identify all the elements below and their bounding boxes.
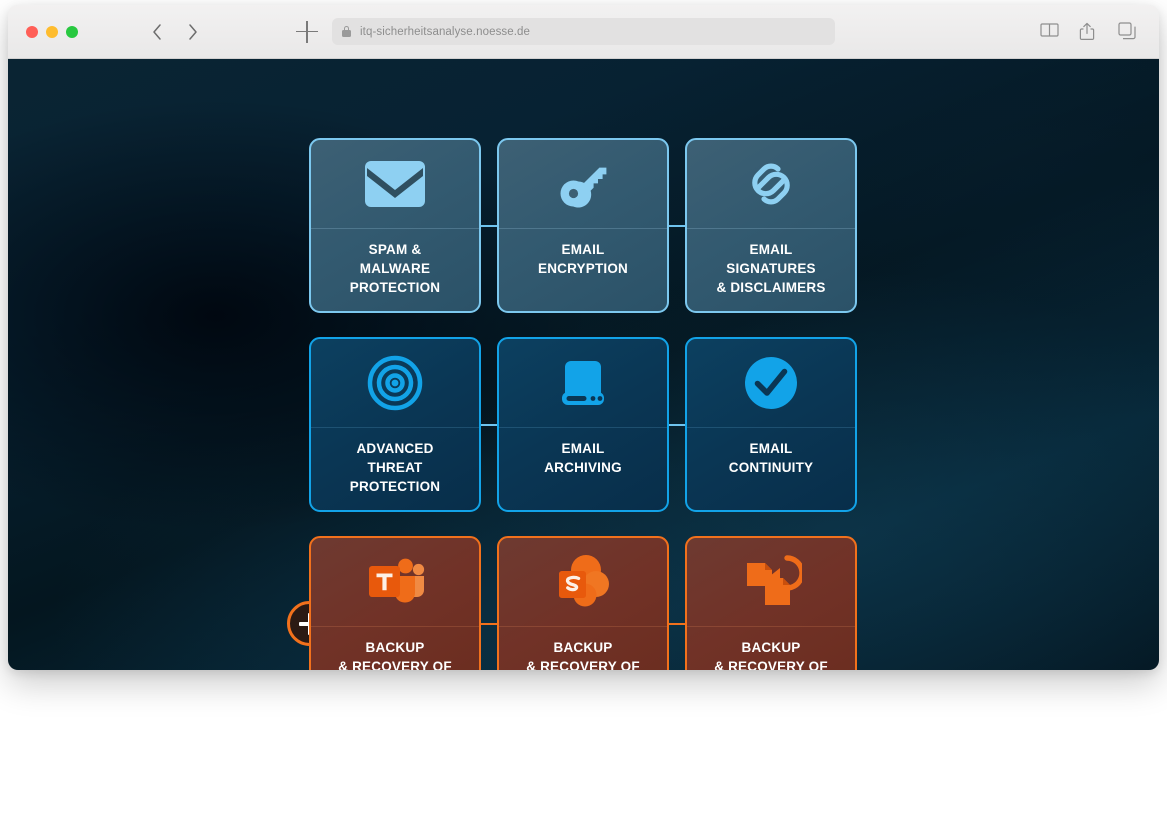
tile-label-line: EMAIL bbox=[561, 441, 605, 456]
browser-toolbar: itq-sicherheitsanalyse.noesse.de bbox=[8, 5, 1159, 59]
tile-icon bbox=[311, 339, 479, 427]
tile-connector bbox=[668, 225, 685, 227]
tile-row-3: BACKUP & RECOVERY OF MAILBOXES & TEAMS bbox=[287, 536, 858, 670]
tile-row-1: SPAM & MALWARE PROTECTION EMAIL ENCRYPTI… bbox=[309, 138, 858, 313]
tile-label-area: EMAIL SIGNATURES & DISCLAIMERS bbox=[687, 229, 855, 311]
tile-icon bbox=[499, 339, 667, 427]
microsoft-teams-icon bbox=[369, 558, 425, 603]
check-circle-icon bbox=[745, 357, 797, 409]
sidebar-icon[interactable] bbox=[1040, 22, 1059, 41]
tile-label-area: EMAIL CONTINUITY bbox=[687, 428, 855, 510]
tile-backup-recovery-mailboxes-teams[interactable]: BACKUP & RECOVERY OF MAILBOXES & TEAMS bbox=[309, 536, 481, 670]
tile-connector bbox=[668, 424, 685, 426]
tile-backup-recovery-endpoints[interactable]: BACKUP & RECOVERY OF ENDPOINTS bbox=[685, 536, 857, 670]
tile-label: EMAIL ARCHIVING bbox=[544, 439, 622, 477]
tile-row-2: ADVANCED THREAT PROTECTION EMAIL ARCHIVI… bbox=[309, 337, 858, 512]
key-icon bbox=[560, 167, 607, 208]
page-content: SPAM & MALWARE PROTECTION EMAIL ENCRYPTI… bbox=[8, 59, 1159, 670]
maximize-window-button[interactable] bbox=[66, 25, 78, 38]
lock-icon bbox=[342, 26, 351, 37]
tile-label-area: BACKUP & RECOVERY OF MAILBOXES & TEAMS bbox=[311, 627, 479, 670]
tile-icon bbox=[311, 538, 479, 626]
tile-email-continuity[interactable]: EMAIL CONTINUITY bbox=[685, 337, 857, 512]
tile-label: EMAIL CONTINUITY bbox=[729, 439, 814, 477]
window-controls bbox=[26, 25, 78, 38]
tile-label-line: & RECOVERY OF bbox=[714, 659, 828, 670]
tile-email-signatures-disclaimers[interactable]: EMAIL SIGNATURES & DISCLAIMERS bbox=[685, 138, 857, 313]
tile-icon bbox=[499, 538, 667, 626]
tile-label-area: SPAM & MALWARE PROTECTION bbox=[311, 229, 479, 311]
tile-label-line: MALWARE bbox=[359, 261, 431, 277]
tile-connector bbox=[480, 623, 497, 625]
tile-label-line: PROTECTION bbox=[349, 479, 441, 495]
address-bar[interactable]: itq-sicherheitsanalyse.noesse.de bbox=[332, 18, 835, 45]
forward-button[interactable] bbox=[186, 22, 200, 42]
tile-label: ADVANCED THREAT PROTECTION bbox=[350, 439, 441, 496]
tile-label-line: CONTINUITY bbox=[728, 460, 814, 476]
tile-label-area: BACKUP & RECOVERY OF ONEDRIVE & SHAREPOI… bbox=[499, 627, 667, 670]
tile-backup-recovery-onedrive-sharepoint[interactable]: BACKUP & RECOVERY OF ONEDRIVE & SHAREPOI… bbox=[497, 536, 669, 670]
tile-label-line: EMAIL bbox=[561, 242, 605, 257]
tile-label-area: ADVANCED THREAT PROTECTION bbox=[311, 428, 479, 510]
address-text[interactable]: itq-sicherheitsanalyse.noesse.de bbox=[360, 26, 530, 38]
tile-icon bbox=[687, 339, 855, 427]
tile-connector bbox=[480, 424, 497, 426]
tile-label: BACKUP & RECOVERY OF ENDPOINTS bbox=[714, 638, 828, 670]
tile-label-line: PROTECTION bbox=[349, 280, 441, 296]
tile-label-line: BACKUP bbox=[365, 640, 425, 655]
minimize-window-button[interactable] bbox=[46, 25, 58, 38]
new-tab-button[interactable] bbox=[296, 20, 318, 43]
target-icon bbox=[367, 355, 423, 411]
tile-label-line: & RECOVERY OF bbox=[526, 659, 640, 670]
tile-email-archiving[interactable]: EMAIL ARCHIVING bbox=[497, 337, 669, 512]
tile-label-line: SPAM & bbox=[368, 242, 422, 257]
share-icon[interactable] bbox=[1079, 22, 1098, 41]
tile-label-line: SIGNATURES bbox=[726, 261, 816, 277]
tile-label-line: EMAIL bbox=[749, 242, 793, 257]
harddrive-icon bbox=[562, 361, 604, 405]
tile-label-line: & DISCLAIMERS bbox=[716, 280, 826, 296]
tile-label-line: BACKUP bbox=[741, 640, 801, 655]
tile-label-line: ARCHIVING bbox=[544, 460, 622, 476]
tile-advanced-threat-protection[interactable]: ADVANCED THREAT PROTECTION bbox=[309, 337, 481, 512]
file-restore-icon bbox=[747, 555, 802, 605]
tile-label-line: EMAIL bbox=[749, 441, 793, 456]
tile-label: BACKUP & RECOVERY OF MAILBOXES & TEAMS bbox=[338, 638, 452, 670]
envelope-icon bbox=[365, 161, 425, 207]
browser-window: itq-sicherheitsanalyse.noesse.de SPAM & … bbox=[8, 5, 1159, 670]
tile-connector bbox=[668, 623, 685, 625]
tile-connector bbox=[480, 225, 497, 227]
tile-label-line: & RECOVERY OF bbox=[338, 659, 452, 670]
back-button[interactable] bbox=[150, 22, 164, 42]
tile-label: EMAIL ENCRYPTION bbox=[538, 240, 628, 278]
tile-label-area: EMAIL ENCRYPTION bbox=[499, 229, 667, 311]
tile-label: EMAIL SIGNATURES & DISCLAIMERS bbox=[716, 240, 825, 297]
tile-icon bbox=[311, 140, 479, 228]
tile-label: BACKUP & RECOVERY OF ONEDRIVE & SHAREPOI… bbox=[526, 638, 640, 670]
toolbar-right-actions bbox=[1040, 22, 1137, 41]
navigation-buttons bbox=[150, 22, 200, 42]
tile-icon bbox=[687, 140, 855, 228]
service-tile-grid: SPAM & MALWARE PROTECTION EMAIL ENCRYPTI… bbox=[287, 138, 858, 670]
close-window-button[interactable] bbox=[26, 25, 38, 38]
tile-label-line: ENCRYPTION bbox=[537, 261, 628, 277]
tile-label-line: ADVANCED bbox=[356, 441, 434, 456]
tile-label-area: EMAIL ARCHIVING bbox=[499, 428, 667, 510]
tile-icon bbox=[499, 140, 667, 228]
tile-icon bbox=[687, 538, 855, 626]
tile-email-encryption[interactable]: EMAIL ENCRYPTION bbox=[497, 138, 669, 313]
paperclip-icon bbox=[752, 163, 790, 205]
tile-spam-malware-protection[interactable]: SPAM & MALWARE PROTECTION bbox=[309, 138, 481, 313]
tile-label: SPAM & MALWARE PROTECTION bbox=[350, 240, 441, 297]
tile-label-line: BACKUP bbox=[553, 640, 613, 655]
tile-label-area: BACKUP & RECOVERY OF ENDPOINTS bbox=[687, 627, 855, 670]
tile-label-line: THREAT bbox=[367, 460, 423, 476]
tab-overview-icon[interactable] bbox=[1118, 22, 1137, 41]
microsoft-sharepoint-icon bbox=[559, 555, 609, 607]
